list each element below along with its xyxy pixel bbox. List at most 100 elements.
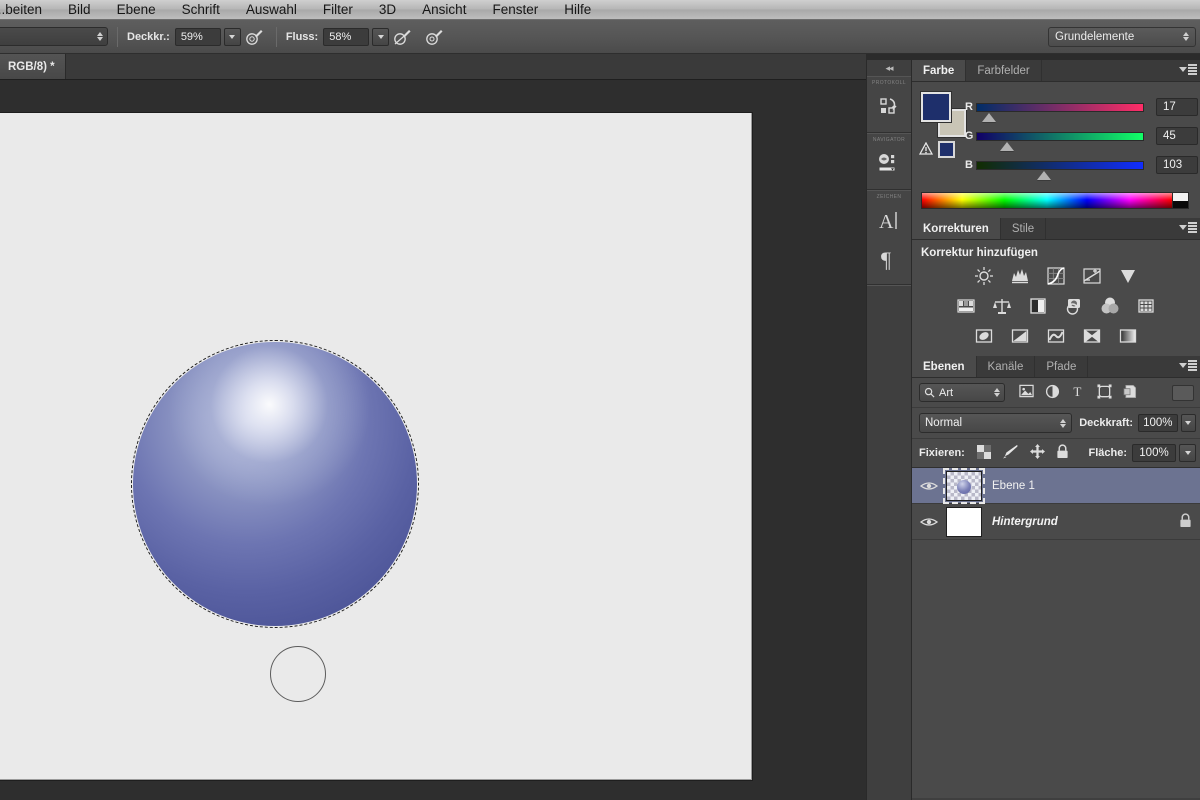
opacity-dropdown-icon[interactable] [223, 27, 241, 46]
tablet-pressure-icon[interactable] [421, 25, 447, 49]
layer-row[interactable]: Hintergrund [912, 504, 1200, 540]
dock-caption: PROTOKOLL [871, 80, 907, 86]
document-tab[interactable]: RGB/8) * [0, 54, 66, 79]
menu-item-filter[interactable]: Filter [310, 0, 366, 19]
channel-value-g[interactable]: 45 [1156, 127, 1198, 145]
menu-item-fenster[interactable]: Fenster [479, 0, 551, 19]
slider-thumb-g[interactable] [1000, 141, 1015, 151]
menu-item-hilfe[interactable]: Hilfe [551, 0, 604, 19]
navigator-icon[interactable] [867, 145, 911, 183]
tab-korrekturen[interactable]: Korrekturen [912, 218, 1001, 239]
history-icon[interactable] [867, 88, 911, 126]
fill-value[interactable]: 100% [1132, 444, 1176, 462]
brush-preset-picker[interactable] [0, 27, 108, 46]
menu-item-ebene[interactable]: Ebene [104, 0, 169, 19]
layer-name[interactable]: Hintergrund [992, 516, 1058, 528]
type-filter-icon[interactable]: T [1071, 384, 1086, 402]
opacity-value[interactable]: 59% [174, 27, 221, 46]
menu-item-bearbeiten[interactable]: ...beiten [0, 0, 55, 19]
slider-thumb-b[interactable] [1037, 170, 1052, 180]
color-lookup-icon[interactable] [1135, 295, 1157, 317]
layer-name[interactable]: Ebene 1 [992, 480, 1035, 492]
flow-value[interactable]: 58% [323, 27, 370, 46]
layer-opacity-value[interactable]: 100% [1138, 414, 1178, 432]
menu-item-auswahl[interactable]: Auswahl [233, 0, 310, 19]
adjustments-row [912, 265, 1200, 287]
slider-track-r[interactable] [976, 102, 1144, 122]
lock-image-icon[interactable] [1002, 444, 1019, 462]
lock-all-icon[interactable] [1056, 444, 1069, 462]
image-canvas[interactable] [0, 113, 752, 780]
layer-thumbnail[interactable] [946, 506, 982, 537]
adjustments-row [912, 325, 1200, 347]
slider-track-g[interactable] [976, 131, 1144, 151]
smartobject-filter-icon[interactable] [1123, 384, 1138, 402]
foreground-color-swatch[interactable] [920, 91, 952, 123]
menu-item-3d[interactable]: 3D [366, 0, 409, 19]
vibrance-icon[interactable] [1117, 265, 1139, 287]
workspace-switcher[interactable]: Grundelemente [1048, 26, 1196, 47]
layer-thumbnail[interactable] [943, 467, 985, 504]
out-of-gamut-swatch[interactable] [938, 141, 955, 158]
hue-saturation-icon[interactable] [955, 295, 977, 317]
dock-group-navigator[interactable]: NAVIGATOR [867, 133, 911, 190]
selective-color-icon[interactable] [1081, 325, 1103, 347]
levels-icon[interactable] [1009, 265, 1031, 287]
adjustment-filter-icon[interactable] [1045, 384, 1060, 402]
slider-thumb-r[interactable] [981, 112, 996, 122]
layer-row[interactable]: Ebene 1 [912, 467, 1200, 504]
stepper-icon [1183, 32, 1189, 41]
dock-group-history[interactable]: PROTOKOLL [867, 76, 911, 133]
lock-transparency-icon[interactable] [976, 444, 991, 462]
posterize-icon[interactable] [1009, 325, 1031, 347]
tab-stile[interactable]: Stile [1000, 218, 1047, 239]
color-balance-icon[interactable] [991, 295, 1013, 317]
shape-filter-icon[interactable] [1097, 383, 1112, 402]
stepper-icon [994, 388, 1000, 397]
lock-position-icon[interactable] [1029, 444, 1045, 462]
panel-menu-icon[interactable] [1179, 222, 1197, 233]
blend-mode-select[interactable]: Normal [919, 413, 1073, 433]
airbrush-icon[interactable] [389, 25, 415, 49]
tab-ebenen[interactable]: Ebenen [912, 356, 977, 377]
slider-track-b[interactable] [976, 160, 1144, 180]
fill-dropdown-icon[interactable] [1179, 444, 1196, 462]
collapse-panels-button[interactable]: ◂◂ [867, 60, 911, 76]
menu-item-bild[interactable]: Bild [55, 0, 104, 19]
filter-toggle-switch[interactable] [1172, 384, 1194, 401]
eye-icon[interactable] [912, 516, 946, 528]
tab-pfade[interactable]: Pfade [1035, 356, 1089, 377]
menu-item-schrift[interactable]: Schrift [169, 0, 233, 19]
black-white-icon[interactable] [1027, 295, 1049, 317]
white-black-swatches[interactable] [1172, 193, 1188, 208]
channel-value-b[interactable]: 103 [1156, 156, 1198, 174]
photo-filter-icon[interactable] [1063, 295, 1085, 317]
paragraph-icon[interactable]: ¶ [867, 240, 911, 278]
panel-menu-icon[interactable] [1179, 360, 1197, 371]
color-spectrum-ramp[interactable] [921, 192, 1189, 209]
layer-opacity-dropdown-icon[interactable] [1180, 414, 1196, 432]
color-swatches [920, 91, 967, 138]
channel-value-r[interactable]: 17 [1156, 98, 1198, 116]
channel-mixer-icon[interactable] [1099, 295, 1121, 317]
layer-filter-kind-select[interactable]: Art [919, 383, 1005, 402]
character-icon[interactable]: A [867, 202, 911, 240]
divider [275, 26, 277, 47]
flow-dropdown-icon[interactable] [372, 27, 390, 46]
tab-kanaele[interactable]: Kanäle [976, 356, 1036, 377]
curves-icon[interactable] [1045, 265, 1067, 287]
brightness-contrast-icon[interactable] [973, 265, 995, 287]
panel-menu-icon[interactable] [1179, 64, 1197, 75]
dock-group-character[interactable]: ZEICHEN A ¶ [867, 190, 911, 285]
opacity-pressure-icon[interactable] [241, 25, 267, 49]
tab-farbe[interactable]: Farbe [912, 60, 967, 81]
tab-farbfelder[interactable]: Farbfelder [966, 60, 1042, 81]
eye-icon[interactable] [912, 480, 946, 492]
threshold-icon[interactable] [1045, 325, 1067, 347]
spectrum-gradient[interactable] [922, 193, 1172, 208]
menu-item-ansicht[interactable]: Ansicht [409, 0, 479, 19]
pixel-filter-icon[interactable] [1019, 384, 1034, 401]
exposure-icon[interactable] [1081, 265, 1103, 287]
invert-icon[interactable] [973, 325, 995, 347]
gradient-map-icon[interactable] [1117, 325, 1139, 347]
